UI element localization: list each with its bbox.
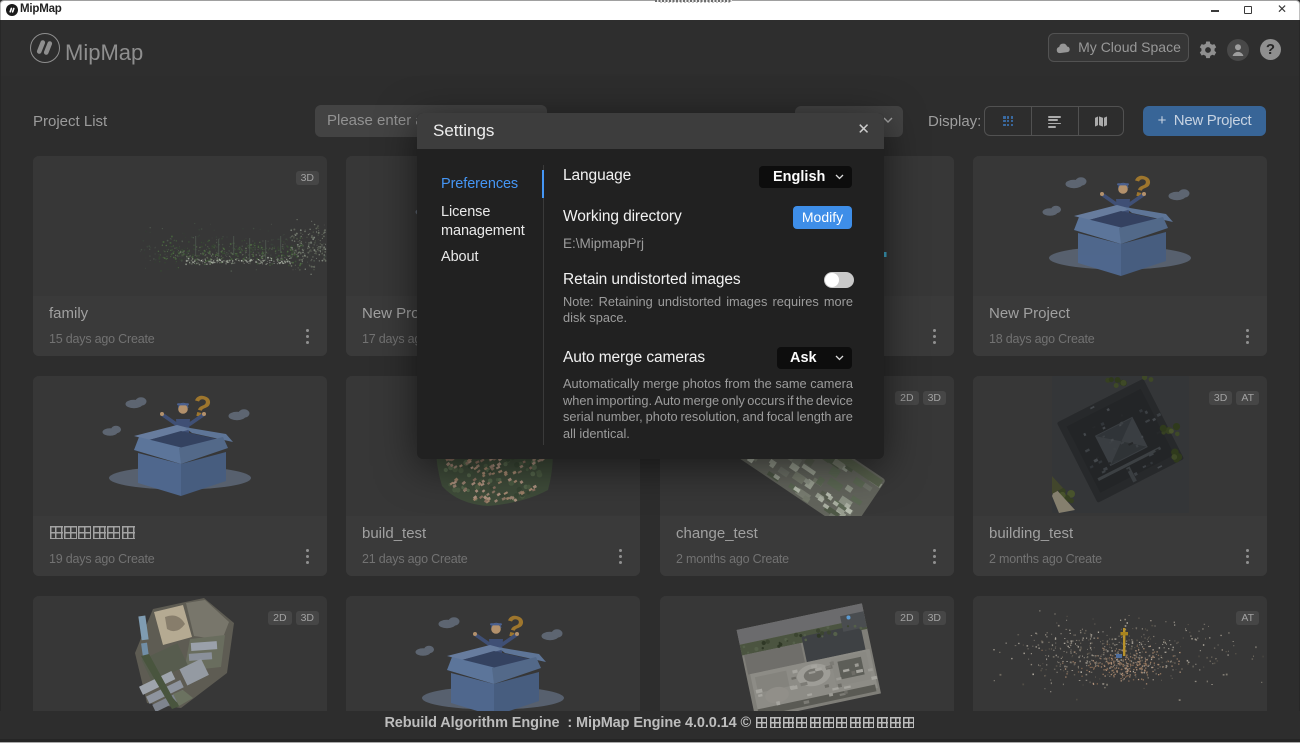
svg-text:?: ? — [1128, 169, 1154, 205]
svg-text:?: ? — [188, 389, 214, 425]
svg-text:?: ? — [501, 609, 527, 645]
